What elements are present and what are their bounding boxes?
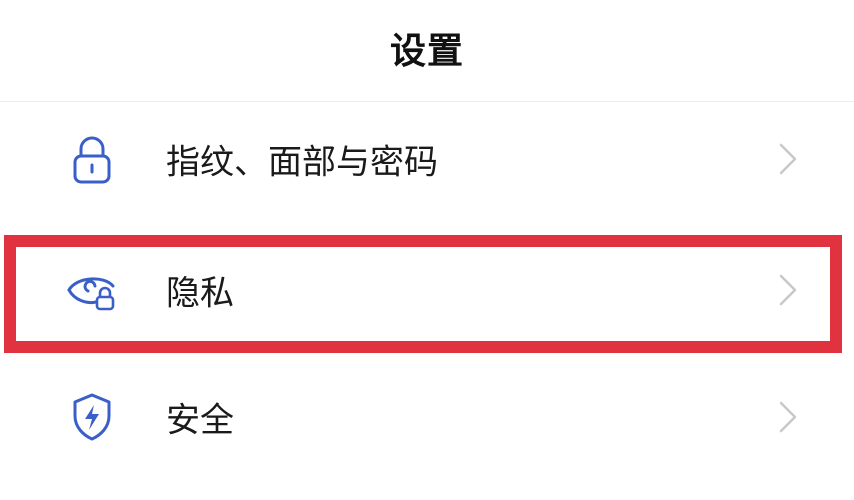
header-divider — [0, 101, 854, 102]
chevron-right-icon — [772, 397, 804, 437]
settings-item-label: 指纹、面部与密码 — [166, 142, 438, 183]
page-title: 设置 — [389, 31, 464, 72]
shield-bolt-icon — [64, 389, 120, 445]
header: 设置 — [0, 0, 854, 96]
settings-item-security[interactable]: 安全 — [0, 362, 854, 472]
chevron-right-icon — [772, 139, 804, 179]
settings-item-label: 隐私 — [166, 273, 234, 314]
lock-icon — [64, 131, 120, 187]
settings-item-privacy[interactable]: 隐私 — [0, 235, 854, 345]
settings-item-fingerprint-face-password[interactable]: 指纹、面部与密码 — [0, 104, 854, 214]
eye-lock-icon — [64, 262, 120, 318]
chevron-right-icon — [772, 270, 804, 310]
settings-item-label: 安全 — [166, 400, 234, 441]
